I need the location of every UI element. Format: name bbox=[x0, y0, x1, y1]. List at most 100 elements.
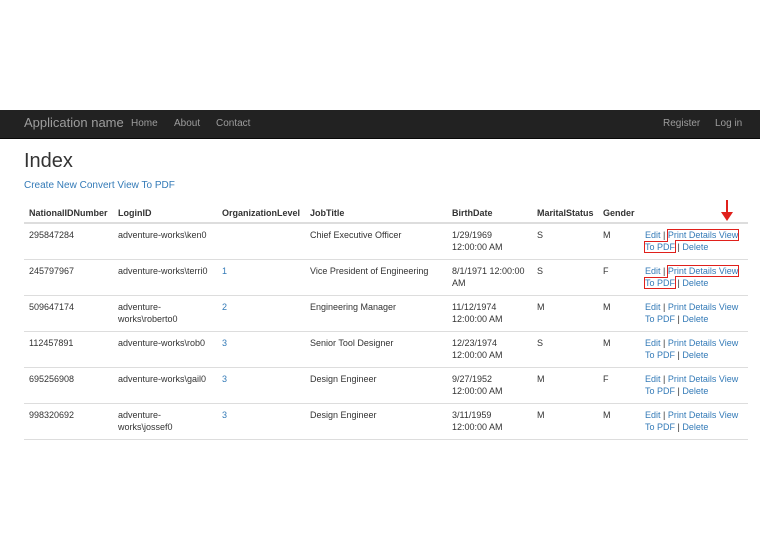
cell-gender: M bbox=[598, 222, 640, 260]
employee-table: NationalIDNumber LoginID OrganizationLev… bbox=[24, 198, 748, 446]
cell-row-actions: Edit | Print Details View To PDF | Delet… bbox=[640, 403, 748, 440]
separator: | bbox=[660, 266, 668, 276]
table-row: 695256908 adventure-works\gail0 3 Design En… bbox=[24, 367, 748, 404]
delete-link[interactable]: Delete bbox=[682, 242, 708, 252]
header-gender: Gender bbox=[598, 198, 640, 224]
cell-national-id: 112457891 bbox=[24, 331, 113, 368]
employee-table-container: NationalIDNumber LoginID OrganizationLev… bbox=[24, 198, 750, 446]
cell-organization-level: 1 bbox=[217, 259, 305, 296]
nav-register[interactable]: Register bbox=[663, 118, 700, 129]
delete-link[interactable]: Delete bbox=[682, 422, 708, 432]
nav-about[interactable]: About bbox=[174, 118, 200, 129]
cell-gender: M bbox=[598, 439, 640, 446]
cell-birth-date: 8/1/1971 12:00:00 AM bbox=[447, 259, 532, 296]
table-row: 112457891 adventure-works\rob0 3 Senior Too… bbox=[24, 331, 748, 368]
nav-home[interactable]: Home bbox=[131, 118, 158, 129]
cell-organization-level: 3 bbox=[217, 439, 305, 446]
table-row: 295847284 adventure-works\ken0 Chief Execu… bbox=[24, 222, 748, 260]
create-new-link[interactable]: Create New bbox=[24, 180, 77, 191]
cell-login-id: adventure-works\ken0 bbox=[113, 222, 217, 260]
cell-job-title: Design Engineer bbox=[305, 367, 447, 404]
organization-level-link[interactable]: 2 bbox=[222, 302, 227, 312]
cell-job-title: Chief Executive Officer bbox=[305, 222, 447, 260]
header-birth-date: BirthDate bbox=[447, 198, 532, 224]
cell-national-id: 245797967 bbox=[24, 259, 113, 296]
navbar: Application name Home About Contact Regi… bbox=[0, 110, 760, 139]
cell-job-title: Senior Tool Designer bbox=[305, 331, 447, 368]
cell-organization-level: 3 bbox=[217, 403, 305, 440]
table-header-row: NationalIDNumber LoginID OrganizationLev… bbox=[24, 198, 748, 224]
cell-job-title: Vice President of Engineering bbox=[305, 259, 447, 296]
cell-login-id: adventure-works\gail0 bbox=[113, 367, 217, 404]
cell-organization-level: 3 bbox=[217, 331, 305, 368]
cell-gender: M bbox=[598, 331, 640, 368]
cell-national-id: 509647174 bbox=[24, 295, 113, 332]
cell-marital-status: M bbox=[532, 295, 598, 332]
cell-row-actions: Edit | Print Details View To PDF | Delet… bbox=[640, 259, 748, 296]
delete-link[interactable]: Delete bbox=[682, 350, 708, 360]
edit-link[interactable]: Edit bbox=[645, 338, 661, 348]
cell-organization-level bbox=[217, 222, 305, 260]
page-actions: Create New Convert View To PDF bbox=[24, 180, 175, 191]
cell-marital-status: S bbox=[532, 222, 598, 260]
cell-login-id: adventure-works\dylan0 bbox=[113, 439, 217, 446]
table-row: 134969118adventure-works\dylan03Research… bbox=[24, 439, 748, 446]
cell-row-actions: Edit | Print Details View To PDF | Delet… bbox=[640, 367, 748, 404]
delete-link[interactable]: Delete bbox=[682, 278, 708, 288]
header-national-id: NationalIDNumber bbox=[24, 198, 113, 224]
edit-link[interactable]: Edit bbox=[645, 374, 661, 384]
delete-link[interactable]: Delete bbox=[682, 386, 708, 396]
organization-level-link[interactable]: 3 bbox=[222, 410, 227, 420]
cell-marital-status: M bbox=[532, 403, 598, 440]
cell-national-id: 134969118 bbox=[24, 439, 113, 446]
nav-login[interactable]: Log in bbox=[715, 118, 742, 129]
separator: | bbox=[660, 302, 668, 312]
cell-birth-date: 3/11/1959 12:00:00 AM bbox=[447, 403, 532, 440]
cell-gender: M bbox=[598, 403, 640, 440]
edit-link[interactable]: Edit bbox=[645, 230, 661, 240]
cell-row-actions: Edit | Print Details View To PDF | Delet… bbox=[640, 331, 748, 368]
table-body: 295847284 adventure-works\ken0 Chief Execu… bbox=[24, 222, 748, 446]
header-job-title: JobTitle bbox=[305, 198, 447, 224]
cell-birth-date: 9/27/1952 12:00:00 AM bbox=[447, 367, 532, 404]
delete-link[interactable]: Delete bbox=[682, 314, 708, 324]
organization-level-link[interactable]: 1 bbox=[222, 266, 227, 276]
cell-national-id: 295847284 bbox=[24, 222, 113, 260]
separator: | bbox=[660, 374, 668, 384]
cell-job-title: Research and Development Manager bbox=[305, 439, 447, 446]
header-login-id: LoginID bbox=[113, 198, 217, 224]
cell-marital-status: S bbox=[532, 331, 598, 368]
cell-birth-date: 3/21/1987 12:00:00 AM bbox=[447, 439, 532, 446]
cell-birth-date: 1/29/1969 12:00:00 AM bbox=[447, 222, 532, 260]
cell-national-id: 998320692 bbox=[24, 403, 113, 440]
organization-level-link[interactable]: 3 bbox=[222, 338, 227, 348]
cell-marital-status: M bbox=[532, 367, 598, 404]
brand-link[interactable]: Application name bbox=[24, 115, 124, 130]
convert-pdf-link[interactable]: Convert View To PDF bbox=[80, 180, 175, 191]
cell-job-title: Design Engineer bbox=[305, 403, 447, 440]
header-organization-level: OrganizationLevel bbox=[217, 198, 305, 224]
edit-link[interactable]: Edit bbox=[645, 266, 661, 276]
table-row: 245797967 adventure-works\terri0 1 Vice Pre… bbox=[24, 259, 748, 296]
cell-gender: F bbox=[598, 259, 640, 296]
organization-level-link[interactable]: 3 bbox=[222, 374, 227, 384]
separator: | bbox=[660, 230, 668, 240]
header-marital-status: MaritalStatus bbox=[532, 198, 598, 224]
cell-row-actions: Edit | Print Details View To PDF | Delet… bbox=[640, 439, 748, 446]
cell-gender: M bbox=[598, 295, 640, 332]
cell-login-id: adventure-works\roberto0 bbox=[113, 295, 217, 332]
cell-organization-level: 2 bbox=[217, 295, 305, 332]
nav-contact[interactable]: Contact bbox=[216, 118, 250, 129]
cell-birth-date: 12/23/1974 12:00:00 AM bbox=[447, 331, 532, 368]
cell-organization-level: 3 bbox=[217, 367, 305, 404]
cell-birth-date: 11/12/1974 12:00:00 AM bbox=[447, 295, 532, 332]
cell-login-id: adventure-works\rob0 bbox=[113, 331, 217, 368]
table-row: 509647174 adventure-works\roberto0 2 Engine… bbox=[24, 295, 748, 332]
separator: | bbox=[660, 410, 668, 420]
edit-link[interactable]: Edit bbox=[645, 302, 661, 312]
edit-link[interactable]: Edit bbox=[645, 410, 661, 420]
cell-gender: F bbox=[598, 367, 640, 404]
cell-national-id: 695256908 bbox=[24, 367, 113, 404]
cell-login-id: adventure-works\jossef0 bbox=[113, 403, 217, 440]
separator: | bbox=[660, 338, 668, 348]
